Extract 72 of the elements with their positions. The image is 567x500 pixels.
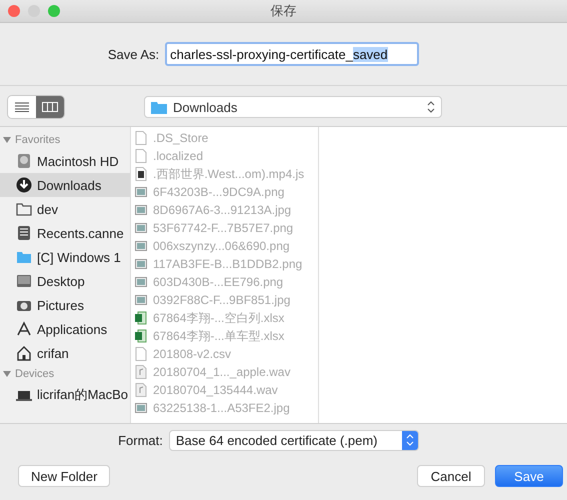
document-icon: [135, 149, 147, 163]
file-name: .西部世界.West...om).mp4.js: [153, 166, 304, 182]
audio-file-icon: [135, 383, 147, 397]
file-name: 67864李翔-...单车型.xlsx: [153, 328, 284, 344]
zoom-icon[interactable]: [48, 5, 60, 17]
audio-file-icon: [135, 365, 147, 379]
image-file-icon: [135, 293, 147, 307]
applications-icon: [16, 321, 32, 337]
file-name: 117AB3FE-B...B1DDB2.png: [153, 257, 302, 271]
format-select[interactable]: Base 64 encoded certificate (.pem): [168, 430, 419, 450]
file-name: 201808-v2.csv: [153, 347, 232, 361]
file-name: 6F43203B-...9DC9A.png: [153, 185, 284, 199]
sidebar-item[interactable]: licrifan的MacBo: [0, 383, 130, 407]
file-name: 67864李翔-...空白列.xlsx: [153, 310, 284, 326]
format-label: Format:: [118, 432, 163, 448]
file-name: 006xszynzy...06&690.png: [153, 239, 290, 253]
sidebar-item[interactable]: Macintosh HD: [0, 149, 130, 173]
sidebar-section-title: Favorites: [15, 134, 60, 146]
image-file-icon: [135, 185, 147, 199]
dialog-button[interactable]: Cancel: [417, 465, 485, 487]
spreadsheet-icon: [135, 311, 147, 325]
image-file-icon: [135, 221, 147, 235]
file-name: .localized: [153, 149, 204, 163]
document-tray-icon: [16, 225, 32, 241]
sidebar-item[interactable]: Pictures: [0, 293, 130, 317]
folder-icon: [16, 201, 32, 217]
up-down-chevron-icon: [402, 430, 418, 450]
sidebar-item[interactable]: crifan: [0, 341, 130, 365]
dialog-button[interactable]: New Folder: [18, 465, 110, 487]
file-name: .DS_Store: [153, 131, 208, 145]
file-name: 63225138-1...A53FE2.jpg: [153, 401, 290, 415]
desktop-icon: [16, 273, 32, 289]
file-name: 20180704_1..._apple.wav: [153, 365, 290, 379]
sidebar-item[interactable]: Desktop: [0, 269, 130, 293]
image-file-icon: [135, 203, 147, 217]
document-icon: [135, 347, 147, 361]
image-file-icon: [135, 401, 147, 415]
file-name: 53F67742-F...7B57E7.png: [153, 221, 294, 235]
file-name-field[interactable]: charles-ssl-proxying-certificate_saved: [165, 42, 420, 66]
sidebar-item[interactable]: Downloads: [0, 173, 130, 197]
image-file-icon: [135, 275, 147, 289]
list-view-icon: [15, 102, 29, 112]
sidebar-item[interactable]: [C] Windows 1: [0, 245, 130, 269]
sidebar-item[interactable]: dev: [0, 197, 130, 221]
window-title: 保存: [270, 2, 296, 20]
document-icon: [135, 131, 147, 145]
file-name: 20180704_135444.wav: [153, 383, 278, 397]
download-icon: [16, 177, 32, 193]
image-file-icon: [135, 239, 147, 253]
spreadsheet-icon: [135, 329, 147, 343]
file-name: 8D6967A6-3...91213A.jpg: [153, 203, 292, 217]
save-button[interactable]: Save: [495, 465, 563, 487]
sidebar-item[interactable]: Applications: [0, 317, 130, 341]
home-icon: [16, 345, 32, 361]
disclosure-triangle-icon[interactable]: [3, 136, 11, 144]
disclosure-triangle-icon[interactable]: [3, 370, 11, 378]
folder-icon: [151, 100, 167, 114]
sidebar-section-title: Devices: [15, 368, 54, 380]
list-view-button[interactable]: [8, 96, 36, 118]
hard-drive-icon: [16, 153, 32, 169]
file-name: 0392F88C-F...9BF851.jpg: [153, 293, 290, 307]
image-file-icon: [135, 257, 147, 271]
column-view-button[interactable]: [36, 96, 64, 118]
column-view-icon: [42, 102, 58, 112]
file-name: 603D430B-...EE796.png: [153, 275, 284, 289]
close-icon[interactable]: [8, 5, 20, 17]
sidebar-item[interactable]: Recents.canne: [0, 221, 130, 245]
location-popup[interactable]: Downloads: [144, 96, 442, 118]
save-as-label: Save As:: [108, 46, 160, 62]
video-file-icon: [135, 167, 147, 181]
up-down-chevron-icon: [427, 101, 435, 113]
folder-icon: [16, 249, 32, 265]
